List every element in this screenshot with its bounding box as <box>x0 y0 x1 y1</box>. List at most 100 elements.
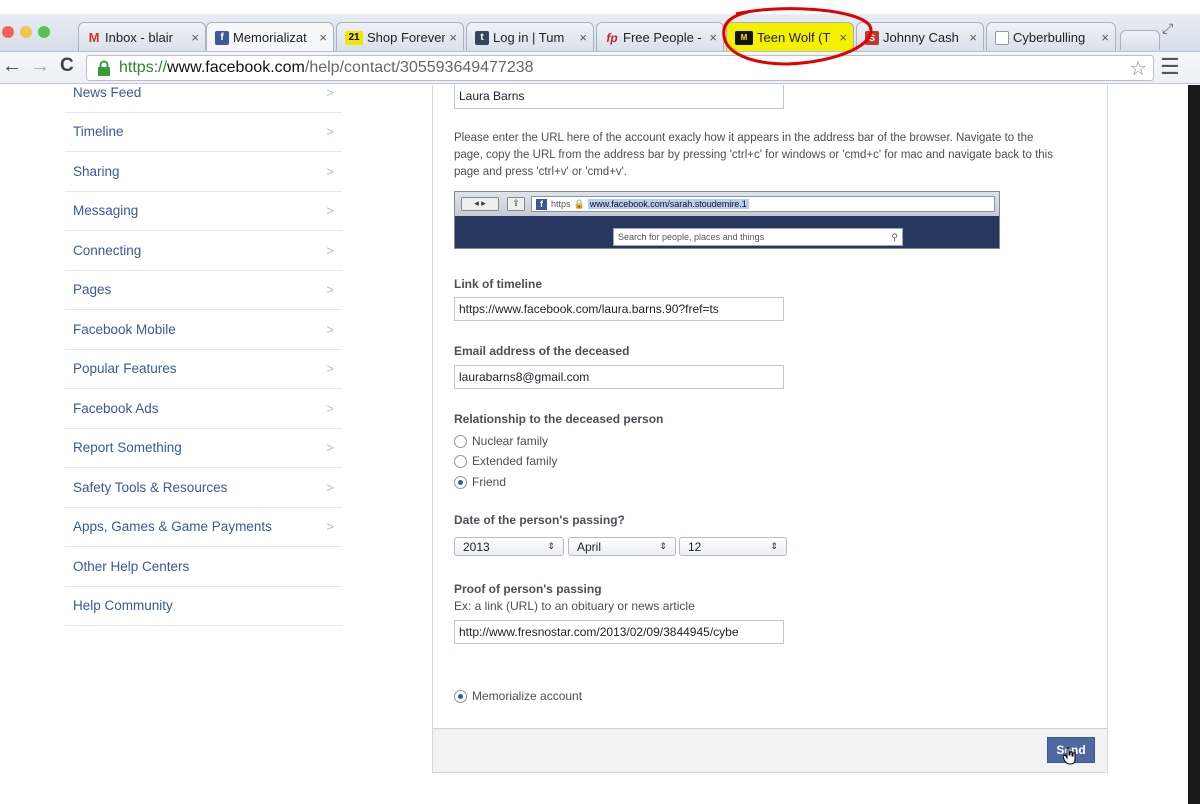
proof-label: Proof of person's passing <box>454 582 602 596</box>
forward-arrow-icon[interactable]: → <box>30 55 50 78</box>
chevron-right-icon: > <box>326 321 334 337</box>
tab-strip: M Inbox - blair × f Memorializat × 21 Sh… <box>0 14 1200 52</box>
sidebar-item-sharing[interactable]: Sharing > <box>65 152 342 192</box>
tab-close-icon[interactable]: × <box>449 30 457 45</box>
tab-close-icon[interactable]: × <box>319 30 327 45</box>
tab-close-icon[interactable]: × <box>709 30 717 45</box>
email-label: Email address of the deceased <box>454 344 630 358</box>
sidebar-item-label: Sharing <box>73 163 120 179</box>
example-facebook-icon: f <box>536 198 547 210</box>
example-share-icon: ⇪ <box>507 197 525 211</box>
sidebar-item-other-help-centers[interactable]: Other Help Centers <box>65 547 342 587</box>
sidebar-item-apps-games[interactable]: Apps, Games & Game Payments > <box>65 508 342 547</box>
month-select[interactable]: April ⇕ <box>568 537 676 556</box>
sidebar-item-facebook-ads[interactable]: Facebook Ads > <box>65 389 342 429</box>
url-bar[interactable]: https:// www.facebook.com /help/contact/… <box>86 55 1154 81</box>
sidebar-item-pages[interactable]: Pages > <box>65 271 342 310</box>
timeline-url-field[interactable]: https://www.facebook.com/laura.barns.90?… <box>454 297 784 321</box>
tab-title: Cyberbulling <box>1013 30 1086 45</box>
sidebar-item-label: Facebook Mobile <box>73 321 176 337</box>
url-scheme: https:// <box>119 59 168 76</box>
tab-close-icon[interactable]: × <box>191 30 199 45</box>
radio-extended-family[interactable]: Extended family <box>454 454 557 468</box>
url-host: www.facebook.com <box>167 59 305 76</box>
chevron-right-icon: > <box>326 163 334 179</box>
proof-url-field[interactable]: http://www.fresnostar.com/2013/02/09/384… <box>454 620 784 644</box>
radio-memorialize-account[interactable]: Memorialize account <box>454 689 582 703</box>
stepper-arrows-icon: ⇕ <box>770 541 778 551</box>
bookmark-star-icon[interactable]: ☆ <box>1129 56 1147 81</box>
fullscreen-icon[interactable]: ⤢ <box>1162 20 1173 37</box>
background-edge <box>1188 85 1200 804</box>
radio-label: Extended family <box>472 454 558 468</box>
example-search-icon: ⚲ <box>891 231 898 242</box>
tab-close-icon[interactable]: × <box>579 30 587 45</box>
tab-close-icon[interactable]: × <box>1101 30 1109 45</box>
sidebar-item-label: Safety Tools & Resources <box>73 479 228 495</box>
radio-friend[interactable]: Friend <box>454 475 506 489</box>
radio-button[interactable] <box>454 434 467 448</box>
tab-inbox[interactable]: M Inbox - blair × <box>78 22 206 51</box>
chevron-right-icon: > <box>326 479 334 495</box>
sidebar-item-popular-features[interactable]: Popular Features > <box>65 350 342 389</box>
relationship-label: Relationship to the deceased person <box>454 412 664 426</box>
tab-cyberbulling[interactable]: Cyberbulling × <box>986 22 1116 51</box>
red-annotation-circle <box>722 7 873 66</box>
new-tab-button[interactable] <box>1120 30 1160 50</box>
hand-cursor-icon <box>1063 747 1076 765</box>
stepper-arrows-icon: ⇕ <box>547 541 555 551</box>
sidebar-item-label: Apps, Games & Game Payments <box>73 519 272 535</box>
tab-close-icon[interactable]: × <box>969 30 977 45</box>
minimize-window-icon[interactable] <box>20 26 32 38</box>
example-https: https <box>551 199 571 209</box>
tab-free-people[interactable]: fp Free People - × <box>596 22 724 51</box>
chevron-right-icon: > <box>326 440 334 456</box>
sidebar-item-facebook-mobile[interactable]: Facebook Mobile > <box>65 310 342 350</box>
date-label: Date of the person's passing? <box>454 513 625 527</box>
example-lock-icon: 🔒 <box>573 198 585 209</box>
tab-memorialization[interactable]: f Memorializat × <box>206 22 334 51</box>
screen-top-edge <box>0 0 1200 14</box>
sidebar-item-report-something[interactable]: Report Something > <box>65 429 342 468</box>
menu-icon[interactable]: ☰ <box>1160 54 1180 80</box>
zoom-window-icon[interactable] <box>38 26 50 38</box>
sidebar-item-safety-tools[interactable]: Safety Tools & Resources > <box>65 468 342 508</box>
radio-button[interactable] <box>454 689 467 703</box>
day-select[interactable]: 12 ⇕ <box>679 537 787 556</box>
radio-nuclear-family[interactable]: Nuclear family <box>454 434 548 448</box>
sidebar-item-label: Help Community <box>73 598 173 614</box>
sidebar-item-messaging[interactable]: Messaging > <box>65 192 342 231</box>
radio-button[interactable] <box>454 475 467 489</box>
name-field[interactable]: Laura Barns <box>454 85 784 109</box>
radio-label: Nuclear family <box>472 434 549 448</box>
chevron-right-icon: > <box>326 242 334 258</box>
close-window-icon[interactable] <box>2 26 14 38</box>
tab-title: Inbox - blair <box>105 30 173 45</box>
sidebar-item-news-feed[interactable]: News Feed > <box>65 85 342 113</box>
tab-shop-forever[interactable]: 21 Shop Forever × <box>336 22 464 51</box>
document-icon <box>995 30 1009 45</box>
page-content: News Feed > Timeline > Sharing > Messaging >… <box>0 85 1188 804</box>
sidebar-item-help-community[interactable]: Help Community <box>65 587 342 626</box>
radio-label: Friend <box>472 475 507 489</box>
address-toolbar: ← → C https:// www.facebook.com /help/co… <box>0 52 1200 84</box>
tab-title: Free People - <box>623 30 702 45</box>
sidebar-item-label: Connecting <box>73 242 142 258</box>
radio-label: Memorialize account <box>472 689 583 703</box>
chevron-right-icon: > <box>326 203 334 219</box>
help-sidebar: News Feed > Timeline > Sharing > Messaging >… <box>65 85 342 638</box>
month-value: April <box>577 539 602 554</box>
back-arrow-icon[interactable]: ← <box>2 55 22 78</box>
reload-icon[interactable]: C <box>60 55 74 77</box>
url-path: /help/contact/305593649477238 <box>304 59 534 76</box>
sidebar-item-timeline[interactable]: Timeline > <box>65 113 342 152</box>
tab-title: Shop Forever <box>367 30 446 45</box>
freepeople-icon: fp <box>606 30 618 45</box>
year-select[interactable]: 2013 ⇕ <box>454 537 564 556</box>
radio-button[interactable] <box>454 454 467 468</box>
sidebar-item-label: Timeline <box>73 124 124 140</box>
tab-tumblr[interactable]: t Log in | Tum × <box>466 22 594 51</box>
timeline-label: Link of timeline <box>454 277 543 291</box>
email-field[interactable]: laurabarns8@gmail.com <box>454 365 784 389</box>
sidebar-item-connecting[interactable]: Connecting > <box>65 231 342 271</box>
